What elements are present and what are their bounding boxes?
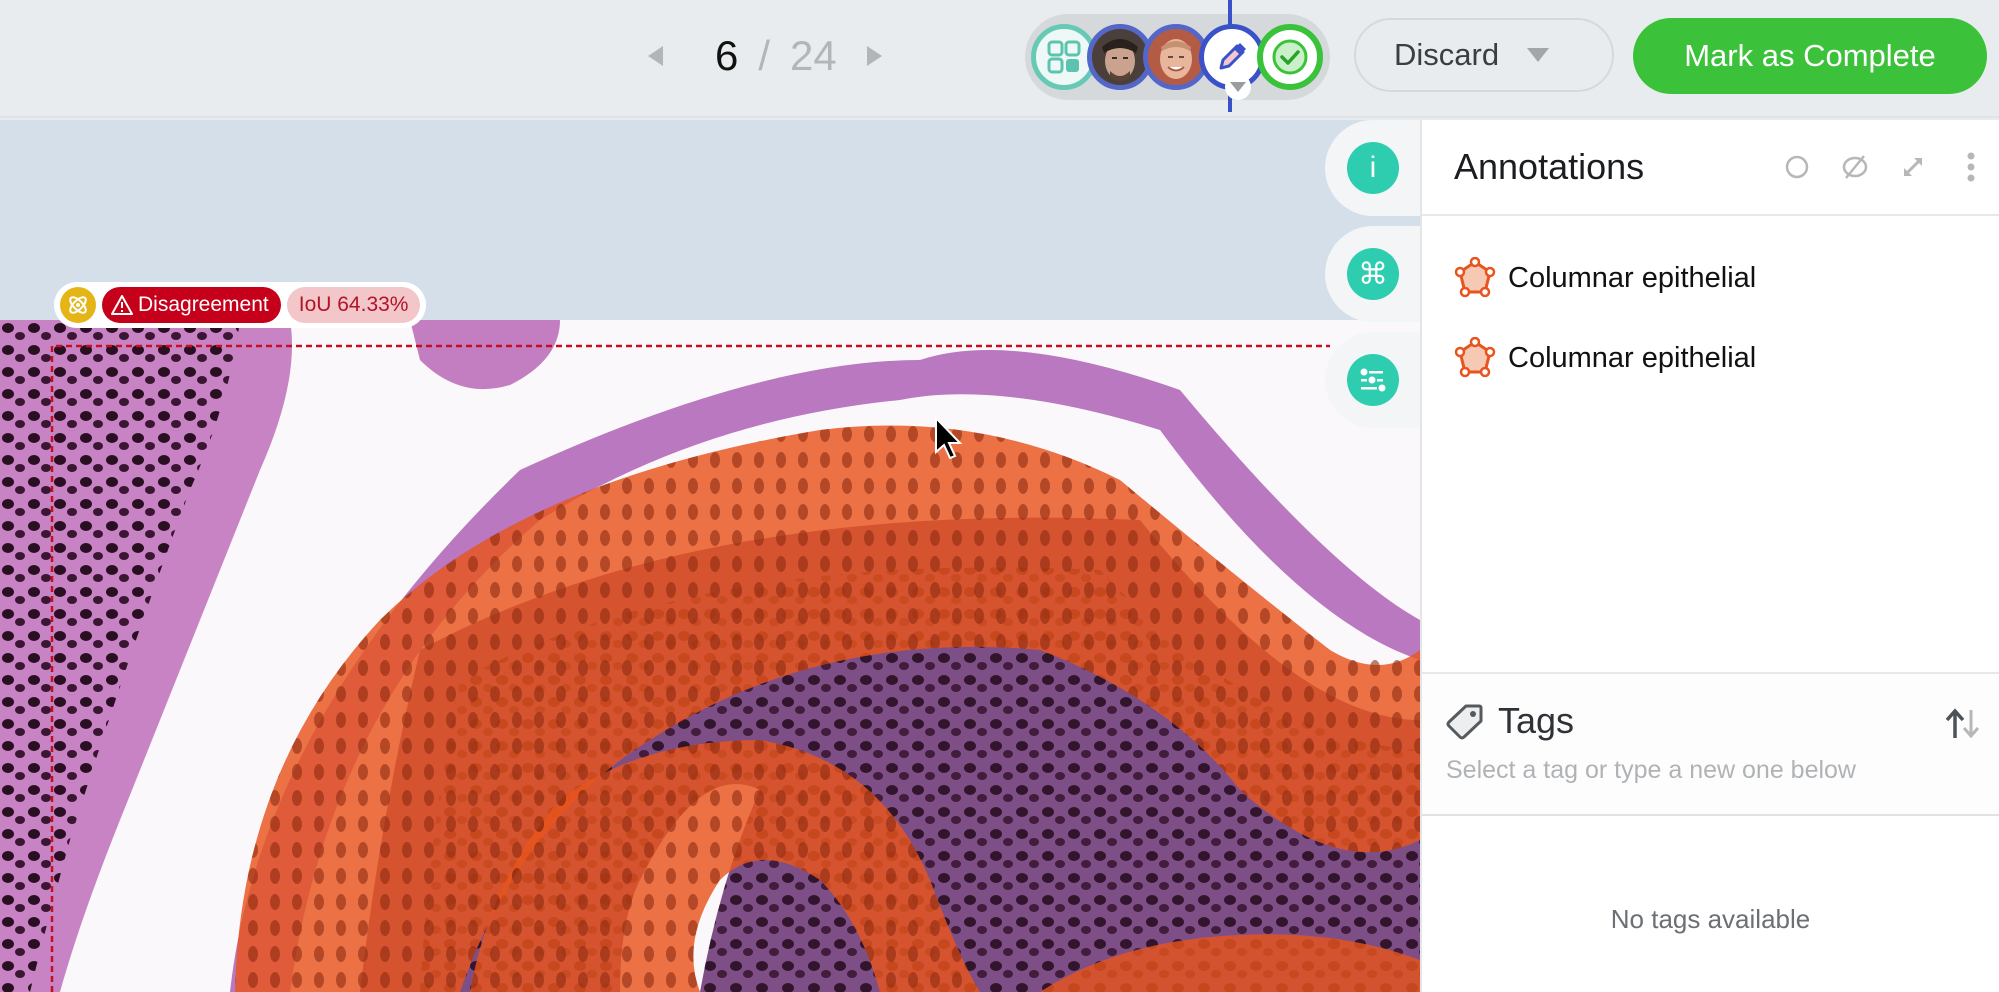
- settings-tab: [1325, 332, 1425, 428]
- polygon-icon: [1454, 257, 1496, 298]
- annotation-label: Columnar epithelial: [1508, 261, 1757, 294]
- annotation-badges: Disagreement IoU 64.33%: [54, 282, 427, 328]
- warning-icon: [111, 295, 133, 315]
- right-panel: Annotations Columnar epithelial Columnar…: [1420, 120, 1999, 992]
- info-button[interactable]: i: [1347, 142, 1399, 194]
- pencil-icon: [1219, 43, 1246, 70]
- info-icon: i: [1369, 151, 1377, 184]
- settings-button[interactable]: [1347, 354, 1399, 406]
- info-tab: i: [1325, 120, 1425, 216]
- total-items: 24: [790, 32, 837, 79]
- tags-section: Tags Select a tag or type a new one belo…: [1422, 674, 1999, 816]
- shortcuts-tab: ⌘: [1325, 226, 1425, 322]
- annotations-title: Annotations: [1454, 146, 1645, 187]
- previous-item-button[interactable]: [648, 46, 663, 66]
- tags-title: Tags: [1498, 700, 1575, 741]
- annotation-item[interactable]: Columnar epithelial: [1422, 318, 1999, 398]
- annotations-list: Columnar epithelial Columnar epithelial: [1422, 216, 1999, 674]
- expand-icon[interactable]: [1899, 153, 1927, 181]
- image-canvas[interactable]: Disagreement IoU 64.33%: [0, 120, 1420, 992]
- discard-button[interactable]: Discard: [1354, 18, 1614, 92]
- sliders-icon: [1360, 368, 1386, 392]
- disagreement-label: Disagreement: [138, 293, 269, 316]
- discard-label: Discard: [1394, 37, 1500, 72]
- tags-input[interactable]: Select a tag or type a new one below: [1446, 756, 1999, 785]
- pager: 6 / 24: [648, 26, 882, 86]
- top-bar: 6 / 24 Discard Mark as Complete: [0, 0, 1999, 118]
- current-item-number: 6: [715, 32, 739, 79]
- disagreement-badge: Disagreement: [102, 287, 281, 323]
- no-tags-message: No tags available: [1610, 904, 1811, 934]
- grid-icon: [1047, 40, 1081, 74]
- shortcuts-button[interactable]: ⌘: [1347, 248, 1399, 300]
- chevron-down-icon[interactable]: [1527, 48, 1550, 62]
- pager-separator: /: [758, 32, 771, 79]
- hide-icon[interactable]: [1841, 153, 1869, 181]
- sort-icon[interactable]: [1943, 708, 1983, 745]
- next-item-button[interactable]: [866, 46, 882, 66]
- iou-badge: IoU 64.33%: [286, 287, 421, 323]
- complete-stage-button[interactable]: [1257, 24, 1323, 90]
- annotation-label: Columnar epithelial: [1508, 341, 1757, 374]
- tags-header: Tags: [1446, 700, 1999, 742]
- mark-as-complete-button[interactable]: Mark as Complete: [1633, 18, 1987, 94]
- avatar: [1092, 29, 1148, 85]
- polygon-icon: [1454, 337, 1496, 378]
- consensus-badge[interactable]: [60, 287, 96, 323]
- circle-icon[interactable]: [1783, 153, 1811, 181]
- check-circle-icon: [1272, 39, 1308, 75]
- tissue-image[interactable]: [0, 320, 1420, 992]
- annotations-header: Annotations: [1422, 120, 1999, 216]
- stage-selector: [1025, 0, 1330, 112]
- avatar: [1148, 29, 1204, 85]
- command-icon: ⌘: [1358, 257, 1388, 291]
- more-options-icon[interactable]: [1957, 152, 1985, 182]
- atom-icon: [69, 296, 87, 314]
- annotation-item[interactable]: Columnar epithelial: [1422, 238, 1999, 318]
- tag-icon: [1446, 704, 1483, 740]
- stage-dropdown-caret[interactable]: [1225, 74, 1251, 100]
